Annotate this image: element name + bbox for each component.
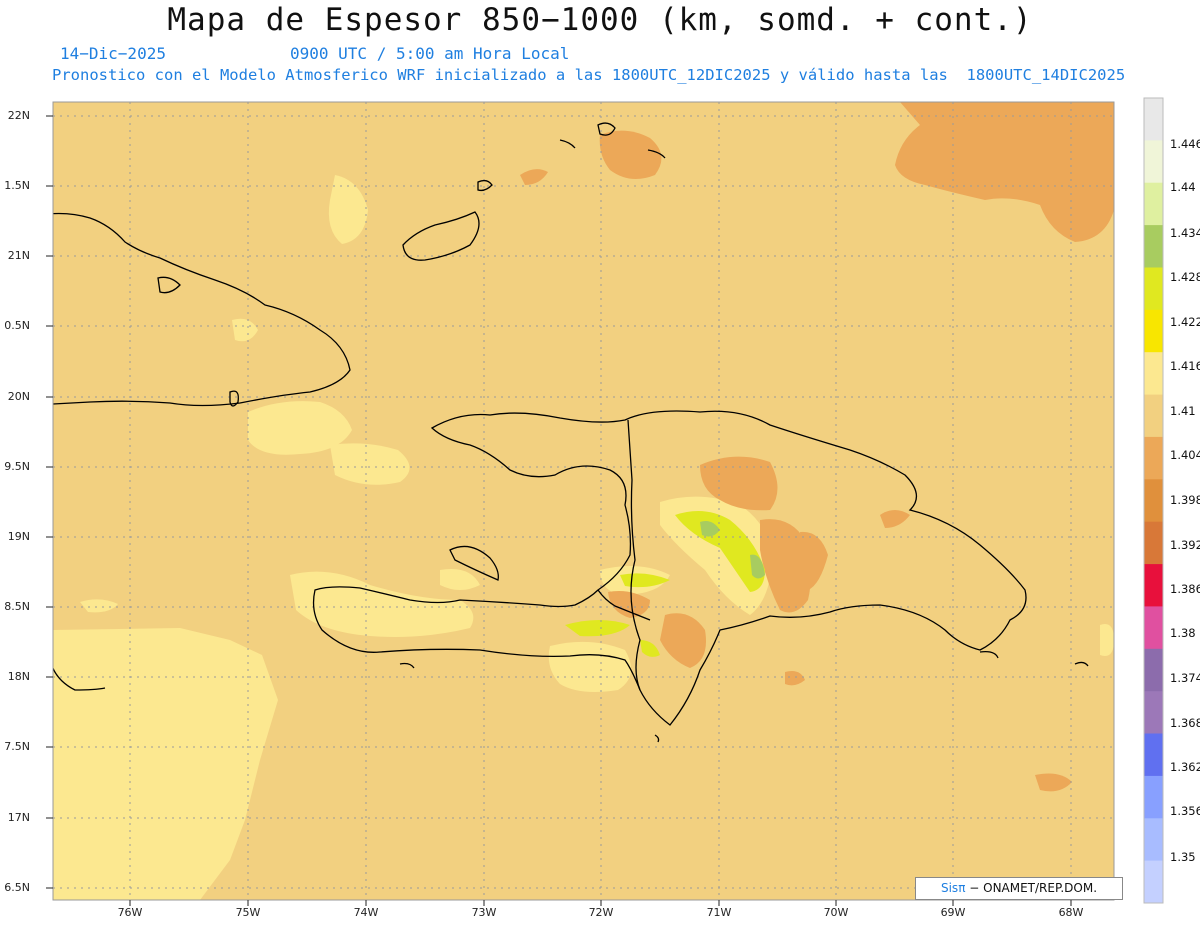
- colorbar-label: 1.434: [1170, 226, 1200, 240]
- colorbar-swatch: [1144, 352, 1163, 396]
- colorbar-label: 1.386: [1170, 582, 1200, 596]
- thickness-map: [46, 97, 1164, 906]
- colorbar-label: 1.356: [1170, 804, 1200, 818]
- lon-label: 73W: [471, 906, 497, 919]
- colorbar-swatch: [1144, 309, 1163, 353]
- colorbar-swatch: [1144, 140, 1163, 184]
- colorbar-label: 1.368: [1170, 716, 1200, 730]
- lat-label: 18N: [7, 670, 30, 683]
- lon-label: 71W: [706, 906, 732, 919]
- lat-label: 6.5N: [4, 881, 30, 894]
- colorbar-label: 1.398: [1170, 493, 1200, 507]
- lat-label: 22N: [7, 109, 30, 122]
- colorbar-swatch: [1144, 436, 1163, 480]
- colorbar-swatch: [1144, 606, 1163, 650]
- lon-label: 69W: [940, 906, 966, 919]
- colorbar-swatch: [1144, 98, 1163, 141]
- colorbar-swatch: [1144, 818, 1163, 862]
- colorbar-label: 1.404: [1170, 448, 1200, 462]
- credit-box: Sisπ − ONAMET/REP.DOM.: [915, 877, 1123, 900]
- lat-label: 9.5N: [4, 460, 30, 473]
- colorbar-swatch: [1144, 225, 1163, 268]
- lat-label: 7.5N: [4, 740, 30, 753]
- colorbar-label: 1.446: [1170, 137, 1200, 151]
- colorbar-label: 1.374: [1170, 671, 1200, 685]
- colorbar-label: 1.428: [1170, 270, 1200, 284]
- lat-label: 17N: [7, 811, 30, 824]
- colorbar-label: 1.362: [1170, 760, 1200, 774]
- colorbar-swatch: [1144, 733, 1163, 777]
- credit-brand: Sisπ: [940, 881, 966, 895]
- lon-label: 70W: [823, 906, 849, 919]
- colorbar-label: 1.416: [1170, 359, 1200, 373]
- colorbar-swatch: [1144, 691, 1163, 735]
- colorbar-swatch: [1144, 479, 1163, 523]
- colorbar-swatch: [1144, 394, 1163, 438]
- colorbar-label: 1.44: [1170, 180, 1196, 194]
- lat-label: 8.5N: [4, 600, 30, 613]
- colorbar-swatch: [1144, 182, 1163, 226]
- lon-label: 74W: [353, 906, 379, 919]
- lat-label: 21N: [7, 249, 30, 262]
- colorbar-label: 1.35: [1170, 850, 1196, 864]
- colorbar-swatch: [1144, 521, 1163, 565]
- lon-label: 72W: [588, 906, 614, 919]
- lon-label: 68W: [1058, 906, 1084, 919]
- colorbar-swatch: [1144, 267, 1163, 311]
- colorbar-label: 1.38: [1170, 626, 1196, 640]
- colorbar-label: 1.422: [1170, 315, 1200, 329]
- lat-label: 20N: [7, 390, 30, 403]
- colorbar-swatch: [1144, 860, 1163, 904]
- colorbar-swatch: [1144, 648, 1163, 692]
- colorbar: [1143, 97, 1164, 904]
- lat-label: 0.5N: [4, 319, 30, 332]
- colorbar-swatch: [1144, 564, 1163, 607]
- lat-label: 1.5N: [4, 179, 30, 192]
- lat-label: 19N: [7, 530, 30, 543]
- colorbar-label: 1.41: [1170, 404, 1196, 418]
- colorbar-swatch: [1144, 775, 1163, 819]
- credit-text: − ONAMET/REP.DOM.: [969, 881, 1098, 895]
- lon-label: 75W: [235, 906, 261, 919]
- lon-label: 76W: [117, 906, 143, 919]
- colorbar-label: 1.392: [1170, 538, 1200, 552]
